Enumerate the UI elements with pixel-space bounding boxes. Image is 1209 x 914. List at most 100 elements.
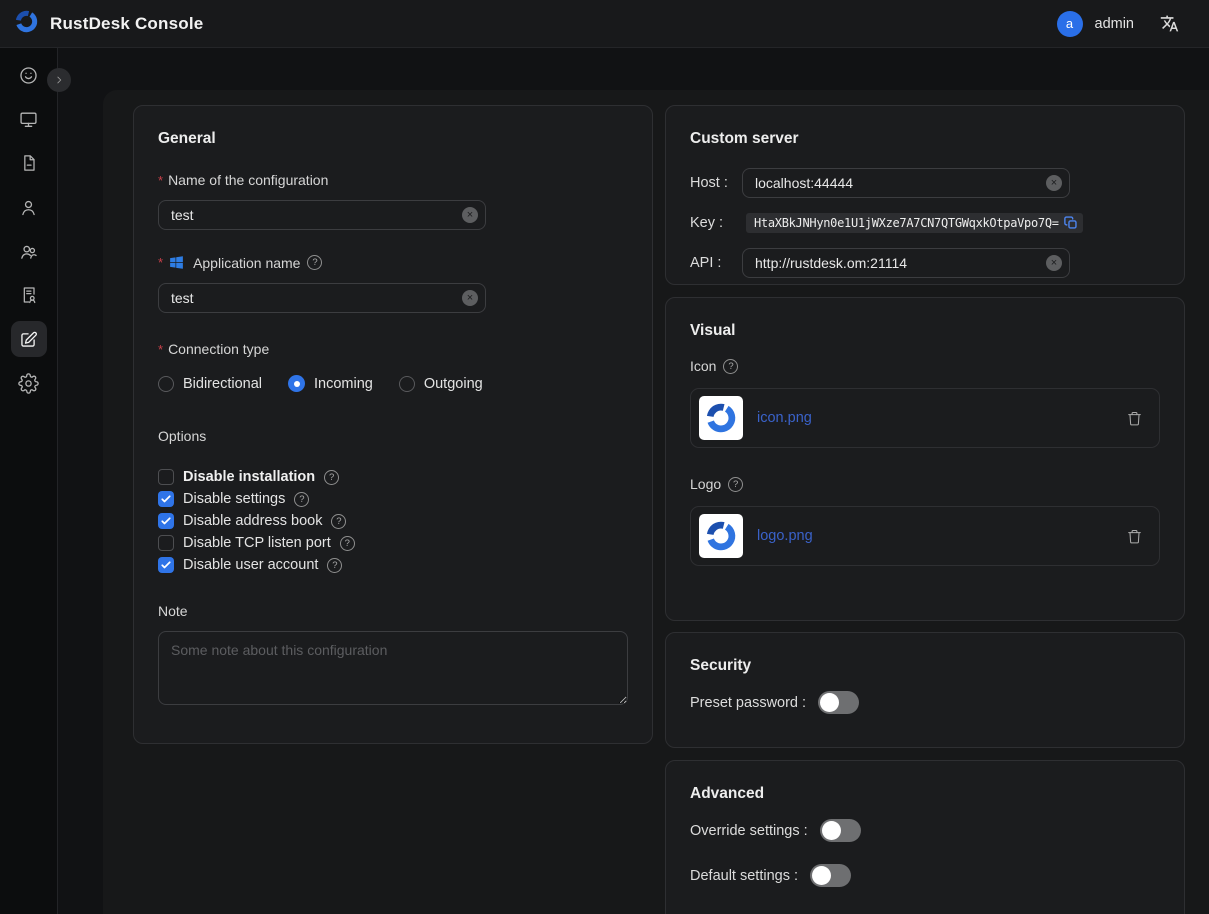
key-label: Key :: [690, 215, 742, 231]
connection-type-label: * Connection type: [158, 341, 628, 357]
icon-file-row: icon.png: [690, 388, 1160, 448]
host-label: Host :: [690, 175, 742, 191]
option-disable-installation[interactable]: Disable installation ?: [158, 466, 628, 488]
default-settings-toggle[interactable]: [810, 864, 851, 887]
help-icon[interactable]: ?: [723, 359, 738, 374]
icon-file-link[interactable]: icon.png: [757, 410, 812, 426]
sidebar-item-groups[interactable]: [11, 233, 47, 269]
smiley-icon: [18, 65, 39, 86]
trash-icon[interactable]: [1126, 528, 1143, 545]
copy-icon[interactable]: [1064, 216, 1078, 230]
help-icon[interactable]: ?: [728, 477, 743, 492]
rustdesk-logo-icon: [13, 8, 40, 40]
help-icon[interactable]: ?: [327, 558, 342, 573]
logo-thumbnail: [699, 514, 743, 558]
advanced-title: Advanced: [690, 785, 1160, 803]
preset-password-label: Preset password :: [690, 695, 806, 711]
sidebar-items: [0, 48, 57, 401]
api-input[interactable]: [742, 248, 1070, 278]
sidebar-item-custom-clients[interactable]: [11, 321, 47, 357]
icon-thumbnail: [699, 396, 743, 440]
icon-label: Icon ?: [690, 358, 1160, 374]
options-label: Options: [158, 428, 628, 444]
security-card: Security Preset password :: [665, 632, 1185, 748]
radio-circle[interactable]: [158, 376, 174, 392]
host-row: Host : ×: [690, 168, 1160, 198]
logo-file-row: logo.png: [690, 506, 1160, 566]
sidebar-item-audit[interactable]: [11, 277, 47, 313]
option-disable-user-account[interactable]: Disable user account ?: [158, 554, 628, 576]
help-icon[interactable]: ?: [294, 492, 309, 507]
default-settings-label: Default settings :: [690, 868, 798, 884]
visual-title: Visual: [690, 322, 1160, 340]
server-key-value: HtaXBkJNHyn0e1U1jWXze7A7CN7QTGWqxkOtpaVp…: [754, 216, 1059, 230]
app-title: RustDesk Console: [50, 14, 203, 34]
checkbox[interactable]: [158, 469, 174, 485]
audit-icon: [19, 285, 39, 305]
clear-icon[interactable]: ×: [1046, 255, 1062, 271]
override-settings-row: Override settings :: [690, 819, 1160, 842]
host-input[interactable]: [742, 168, 1070, 198]
preset-password-row: Preset password :: [690, 691, 1160, 714]
clear-icon[interactable]: ×: [462, 207, 478, 223]
application-name-input[interactable]: [158, 283, 486, 313]
sidebar-item-settings[interactable]: [11, 365, 47, 401]
help-icon[interactable]: ?: [331, 514, 346, 529]
help-icon[interactable]: ?: [324, 470, 339, 485]
windows-icon: [168, 254, 185, 271]
help-icon[interactable]: ?: [307, 255, 322, 270]
sidebar: [0, 48, 58, 914]
monitor-icon: [18, 109, 39, 130]
general-title: General: [158, 130, 628, 148]
option-disable-settings[interactable]: Disable settings ?: [158, 488, 628, 510]
radio-bidirectional[interactable]: Bidirectional: [158, 376, 262, 392]
note-textarea[interactable]: [158, 631, 628, 705]
radio-outgoing[interactable]: Outgoing: [399, 376, 483, 392]
sidebar-item-users[interactable]: [11, 189, 47, 225]
topbar: RustDesk Console a admin: [0, 0, 1209, 48]
help-icon[interactable]: ?: [340, 536, 355, 551]
radio-incoming[interactable]: Incoming: [288, 375, 373, 392]
override-settings-toggle[interactable]: [820, 819, 861, 842]
brand[interactable]: RustDesk Console: [13, 8, 203, 40]
translate-icon[interactable]: [1160, 14, 1179, 33]
clear-icon[interactable]: ×: [462, 290, 478, 306]
sidebar-item-sessions[interactable]: [11, 145, 47, 181]
custom-server-card: Custom server Host : × Key : HtaXBkJNHyn…: [665, 105, 1185, 285]
visual-card: Visual Icon ? icon.png Logo ?: [665, 297, 1185, 621]
sidebar-item-dashboard[interactable]: [11, 57, 47, 93]
clear-icon[interactable]: ×: [1046, 175, 1062, 191]
radio-circle[interactable]: [399, 376, 415, 392]
sidebar-collapse-button[interactable]: [47, 68, 71, 92]
main-panel: General * Name of the configuration × * …: [103, 90, 1209, 914]
checkbox[interactable]: [158, 491, 174, 507]
config-name-input[interactable]: [158, 200, 486, 230]
logo-label: Logo ?: [690, 476, 1160, 492]
user-avatar[interactable]: a: [1057, 11, 1083, 37]
option-disable-tcp-listen-port[interactable]: Disable TCP listen port ?: [158, 532, 628, 554]
trash-icon[interactable]: [1126, 410, 1143, 427]
checkbox[interactable]: [158, 557, 174, 573]
connection-type-group: Bidirectional Incoming Outgoing: [158, 375, 628, 392]
rustdesk-console-app: RustDesk Console a admin: [0, 0, 1209, 914]
checkbox[interactable]: [158, 535, 174, 551]
logo-file-link[interactable]: logo.png: [757, 528, 813, 544]
checkbox[interactable]: [158, 513, 174, 529]
edit-icon: [18, 329, 39, 350]
required-marker: *: [158, 342, 163, 357]
advanced-card: Advanced Override settings : Default set…: [665, 760, 1185, 914]
application-name-label: * Application name ?: [158, 254, 628, 271]
username[interactable]: admin: [1095, 16, 1135, 32]
topbar-right: a admin: [1057, 11, 1180, 37]
general-card: General * Name of the configuration × * …: [133, 105, 653, 744]
radio-circle[interactable]: [288, 375, 305, 392]
config-name-label: * Name of the configuration: [158, 172, 628, 188]
api-row: API : ×: [690, 248, 1160, 278]
preset-password-toggle[interactable]: [818, 691, 859, 714]
user-icon: [18, 197, 39, 218]
custom-server-title: Custom server: [690, 130, 1160, 148]
api-label: API :: [690, 255, 742, 271]
option-disable-address-book[interactable]: Disable address book ?: [158, 510, 628, 532]
security-title: Security: [690, 657, 1160, 675]
sidebar-item-devices[interactable]: [11, 101, 47, 137]
